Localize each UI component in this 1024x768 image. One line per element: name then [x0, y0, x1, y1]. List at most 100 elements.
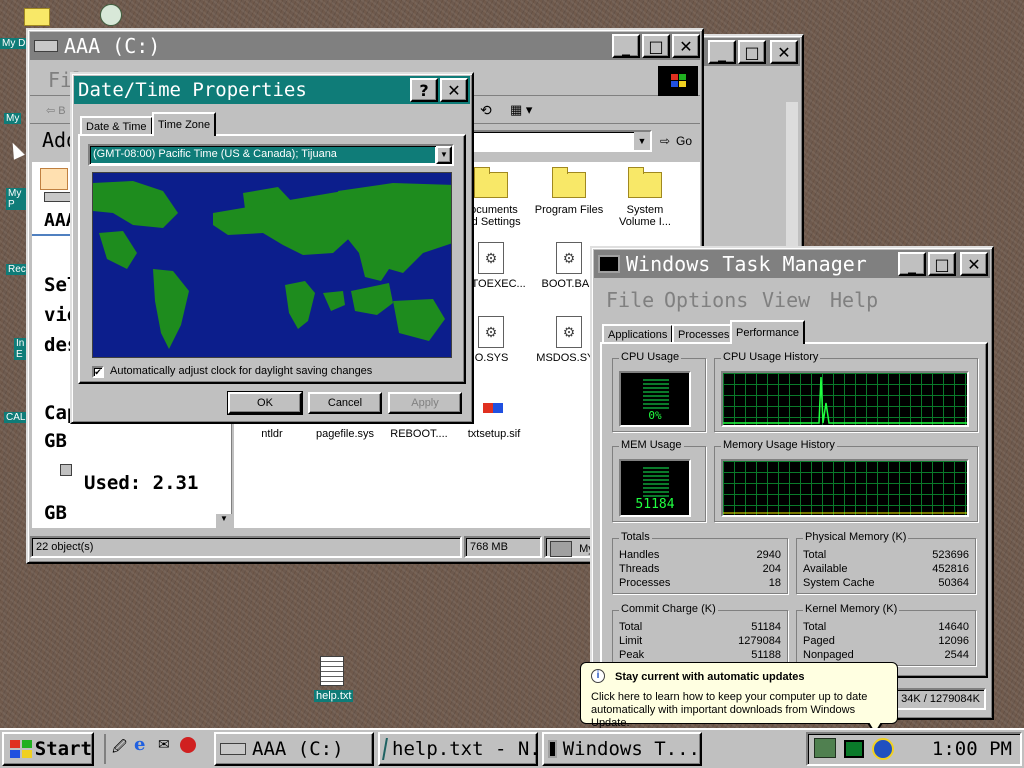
tab-date-time[interactable]: Date & Time	[80, 116, 153, 136]
tab-time-zone[interactable]: Time Zone	[152, 112, 217, 136]
desktop-icon-cd[interactable]	[98, 2, 126, 28]
performance-panel: CPU Usage 0% CPU Usage History MEM Usage…	[600, 342, 988, 678]
task-manager-tray-icon[interactable]	[844, 740, 864, 758]
back-button[interactable]: ⇦ B	[46, 104, 66, 117]
explorer-titlebar[interactable]: AAA (C:)	[30, 32, 700, 60]
desktop-label-3[interactable]: Rec	[6, 264, 28, 275]
cancel-button[interactable]: Cancel	[308, 392, 382, 414]
ok-button[interactable]: OK	[227, 391, 303, 415]
network-tray-icon[interactable]	[814, 738, 836, 758]
start-button[interactable]: Start	[2, 732, 94, 766]
setup-file-icon[interactable]	[480, 392, 506, 424]
minimize-button[interactable]: _	[898, 252, 926, 276]
panel-scrollbar[interactable]: ▼	[216, 514, 232, 528]
tab-performance[interactable]: Performance	[730, 320, 805, 344]
start-label: Start	[34, 738, 92, 760]
dropdown-arrow-icon[interactable]: ▼	[436, 146, 452, 164]
views-icon[interactable]: ▦ ▾	[510, 102, 532, 118]
file-label[interactable]: REBOOT....	[384, 428, 454, 440]
computer-icon	[550, 541, 572, 557]
task-manager-window[interactable]: Windows Task Manager _ □ ✕ File Options …	[590, 246, 994, 720]
capacity-line-1: GB	[44, 430, 67, 452]
notepad-file-icon	[320, 656, 344, 686]
datetime-dialog[interactable]: Date/Time Properties ? ✕ Date & Time Tim…	[70, 72, 474, 424]
maximize-button[interactable]: □	[738, 40, 766, 64]
go-arrow-icon[interactable]: ⇨	[660, 134, 670, 148]
totals-key: Threads	[619, 563, 660, 575]
help-icon-label: help.txt	[314, 690, 354, 702]
gear-file-icon[interactable]: ⚙	[478, 316, 504, 348]
close-button[interactable]: ✕	[440, 78, 468, 102]
kernel-memory-group: Kernel Memory (K) Total 14640 Paged 1209…	[796, 603, 976, 666]
status-objects: 22 object(s)	[30, 536, 462, 558]
drive-icon	[34, 40, 58, 52]
menu-help[interactable]: Help	[830, 288, 878, 312]
update-balloon[interactable]: i Stay current with automatic updates Cl…	[580, 662, 898, 735]
go-button[interactable]: Go	[676, 134, 692, 148]
desktop-label-0[interactable]: My D	[0, 38, 28, 49]
close-button[interactable]: ✕	[672, 34, 700, 58]
taskbar-button-notepad[interactable]: help.txt - N...	[378, 732, 538, 766]
dropdown-arrow-icon[interactable]: ▼	[634, 132, 650, 150]
mem-history-group: Memory Usage History	[714, 439, 978, 522]
totals-key: Processes	[619, 577, 671, 589]
history-icon[interactable]: ⟲	[480, 102, 492, 119]
minimize-button[interactable]: _	[708, 40, 736, 64]
status-size: 768 MB	[464, 536, 542, 558]
dst-checkbox[interactable]: ✔	[92, 366, 104, 378]
minimize-button[interactable]: _	[612, 34, 640, 58]
taskbar-button-explorer[interactable]: AAA (C:)	[214, 732, 374, 766]
file-label[interactable]: System Volume I...	[608, 204, 682, 228]
folder-icon[interactable]	[628, 167, 662, 198]
folder-icon	[24, 8, 50, 26]
outlook-icon[interactable]: ✉	[158, 736, 170, 753]
world-map[interactable]	[92, 172, 452, 358]
gear-file-icon[interactable]: ⚙	[556, 242, 582, 274]
timezone-select[interactable]: (GMT-08:00) Pacific Time (US & Canada); …	[88, 144, 454, 166]
taskbar-button-task-manager[interactable]: Windows T...	[542, 732, 702, 766]
used-gb: GB	[44, 502, 67, 524]
scrollbar[interactable]	[786, 102, 798, 252]
tab-applications[interactable]: Applications	[602, 324, 674, 344]
desktop-icon-help-txt[interactable]: help.txt	[312, 654, 354, 706]
media-player-icon[interactable]	[180, 737, 196, 753]
desktop-show-icon[interactable]: 🖉	[112, 736, 127, 760]
desktop-icon-my-documents[interactable]	[24, 4, 52, 28]
physical-value: 452816	[932, 563, 969, 575]
kernel-value: 2544	[944, 649, 969, 661]
close-button[interactable]: ✕	[960, 252, 988, 276]
address-input[interactable]: ▼	[470, 130, 652, 152]
background-window[interactable]: _ □ ✕	[700, 34, 804, 254]
kernel-key: Total	[803, 621, 827, 633]
file-label[interactable]: Program Files	[530, 204, 608, 216]
menu-file[interactable]: File	[606, 288, 654, 312]
tab-processes[interactable]: Processes	[672, 324, 736, 344]
disc-icon	[100, 4, 122, 26]
file-label[interactable]: txtsetup.sif	[458, 428, 530, 440]
menu-options[interactable]: Options	[664, 288, 748, 312]
desktop-label-4[interactable]: In E	[14, 338, 26, 360]
dst-checkbox-label[interactable]: Automatically adjust clock for daylight …	[110, 365, 372, 377]
maximize-button[interactable]: □	[642, 34, 670, 58]
help-button[interactable]: ?	[410, 78, 438, 102]
totals-value: 18	[768, 577, 781, 589]
ie-browser-icon[interactable]: e	[134, 734, 145, 755]
desktop-label-2[interactable]: My P	[6, 188, 26, 210]
file-label[interactable]: pagefile.sys	[310, 428, 380, 440]
apply-button[interactable]: Apply	[388, 392, 462, 414]
clock[interactable]: 1:00 PM	[932, 738, 1012, 760]
world-map-svg	[93, 173, 451, 357]
mouse-cursor-icon	[7, 140, 25, 160]
menu-view[interactable]: View	[762, 288, 810, 312]
maximize-button[interactable]: □	[928, 252, 956, 276]
folder-icon[interactable]	[552, 167, 586, 198]
gear-file-icon[interactable]: ⚙	[556, 316, 582, 348]
desktop-label-5[interactable]: CAL	[4, 412, 28, 423]
file-label[interactable]: ntldr	[244, 428, 300, 440]
folder-icon[interactable]	[474, 167, 508, 198]
desktop-label-1[interactable]: My	[4, 113, 22, 124]
gear-file-icon[interactable]: ⚙	[478, 242, 504, 274]
explorer-title: AAA (C:)	[64, 34, 161, 58]
close-button[interactable]: ✕	[770, 40, 798, 64]
windows-update-tray-icon[interactable]	[872, 738, 894, 760]
